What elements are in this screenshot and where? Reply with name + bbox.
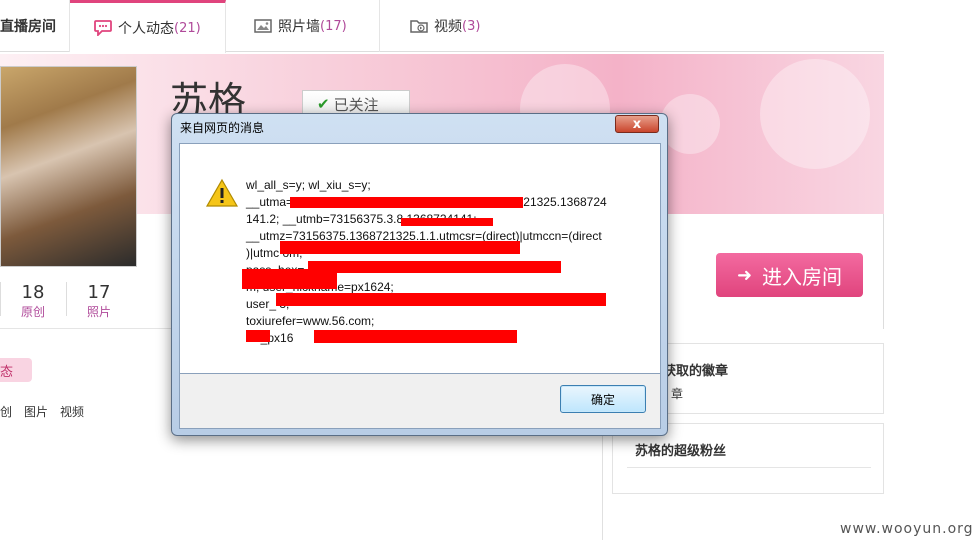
filter-photos[interactable]: 图片 [24,403,48,420]
stat-photos[interactable]: 17 照片 [84,282,114,320]
banner-decoration [660,94,720,154]
filter-original[interactable]: 创 [0,403,12,420]
badges-subtitle: 章 [671,387,684,401]
tab-personal-updates-count: (21) [174,20,201,36]
ok-button[interactable]: 确定 [560,385,646,413]
tab-personal-updates[interactable]: 个人动态 (21) [70,0,226,53]
dialog-close-button[interactable]: x [615,115,659,133]
ok-button-label: 确定 [590,392,615,407]
super-fans-divider [627,467,871,468]
redaction-mark [276,293,606,306]
profile-tab-bar: 直播房间 个人动态 (21) 照片墙 (17) 视频 (3) [0,0,884,53]
updates-tag[interactable]: 态 [0,358,32,382]
redaction-mark [401,218,493,226]
enter-room-button[interactable]: ➜ 进入房间 [716,253,863,297]
checkmark-icon: ✔ [317,95,330,113]
panel-border [883,214,884,329]
dialog-content: wl_all_s=y; wl_xiu_s=y; __utma=73156375.… [179,143,661,374]
chat-bubble-icon [94,20,112,38]
message-line: wl_all_s=y; wl_xiu_s=y; [246,178,371,192]
tab-video-label: 视频 [434,19,462,35]
redaction-mark [314,330,517,343]
message-line: toxiurefer=www.56.com; [246,314,375,328]
redaction-mark [290,197,523,208]
stat-original-value: 18 [21,282,45,303]
filter-videos[interactable]: 视频 [60,403,84,420]
stat-original[interactable]: 18 原创 [18,282,48,320]
stat-divider [0,282,1,316]
stat-divider [66,282,67,316]
tab-video-count: (3) [462,18,481,34]
follow-button-label: 已关注 [333,95,379,114]
picture-icon [254,18,272,34]
tab-personal-updates-label: 个人动态 [118,21,174,37]
tab-video[interactable]: 视频 (3) [380,0,510,52]
alert-dialog: 来自网页的消息 x wl_all_s=y; wl_xiu_s=y; __utma… [171,113,668,436]
stat-original-label: 原创 [20,305,45,319]
watermark: www.wooyun.org [840,521,974,537]
tab-live-room[interactable]: 直播房间 [0,0,70,52]
warning-icon [205,178,239,208]
tab-photo-wall-label: 照片墙 [278,19,320,35]
updates-filter-nav: 创 图片 视频 [0,403,84,420]
avatar[interactable] [0,66,137,267]
stat-photos-value: 17 [87,282,111,303]
dialog-title: 来自网页的消息 [180,121,265,135]
banner-decoration [760,59,870,169]
tab-photo-wall[interactable]: 照片墙 (17) [226,0,380,52]
stat-photos-label: 照片 [86,305,111,319]
redaction-mark [242,269,337,289]
updates-tag-label: 态 [0,364,14,380]
redaction-mark [280,241,520,254]
super-fans-title: 苏格的超级粉丝 [635,444,727,459]
redaction-mark [308,261,561,273]
redaction-mark [246,330,270,342]
tab-live-room-label: 直播房间 [0,19,56,35]
arrow-right-icon: ➜ [736,264,753,286]
enter-room-label: 进入房间 [762,264,843,289]
video-folder-icon [410,18,428,34]
tab-photo-wall-count: (17) [320,18,347,34]
close-icon: x [632,116,642,132]
badges-title: 获取的徽章 [663,364,729,379]
